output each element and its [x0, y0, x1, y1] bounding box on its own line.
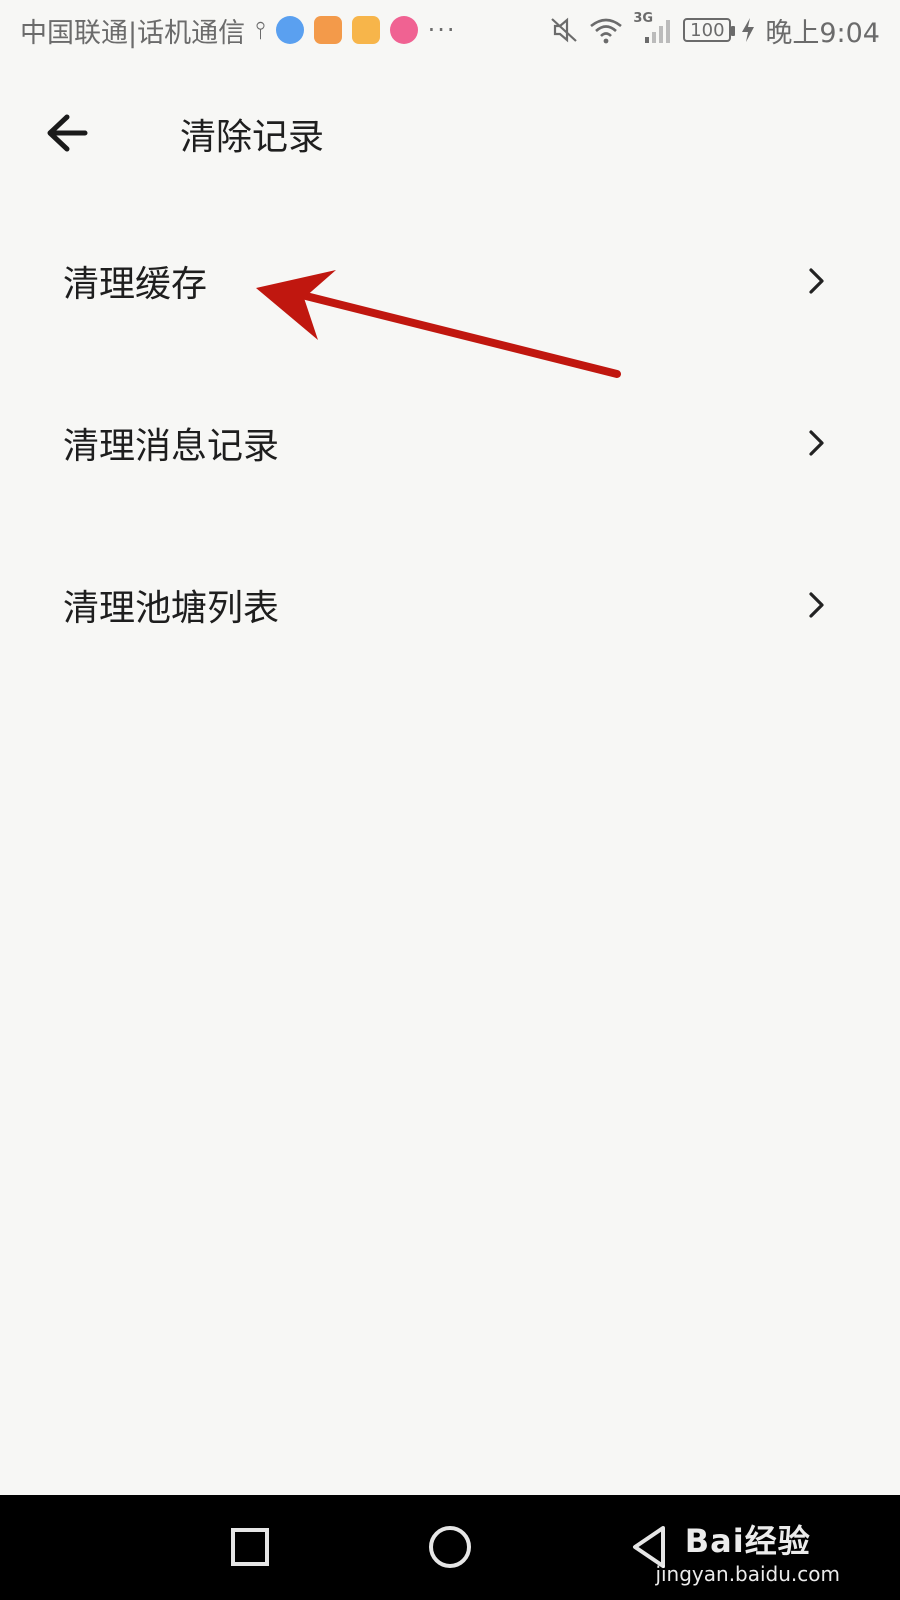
status-right: 3G 100 晚上9:04	[549, 11, 880, 50]
clear-messages-label: 清理消息记录	[63, 426, 280, 467]
chevron-right-icon	[809, 268, 824, 294]
notes-app-icon	[351, 16, 380, 44]
clear-cache-item[interactable]: 清理缓存	[0, 200, 900, 362]
circle-icon[interactable]	[425, 1522, 475, 1572]
clear-cache-label: 清理缓存	[63, 264, 208, 305]
charging-icon	[742, 18, 755, 42]
chevron-right-icon	[809, 430, 824, 456]
clock: 晚上9:04	[765, 17, 880, 49]
social-app-icon	[389, 16, 418, 44]
page-title: 清除记录	[180, 117, 325, 158]
signal-icon: 3G	[633, 11, 673, 45]
more-notifications-icon: ···	[427, 16, 457, 44]
baidu-jingyan-watermark: Bai经验 jingyan.baidu.com	[655, 1516, 840, 1586]
square-icon[interactable]	[225, 1522, 275, 1572]
clear-messages-item[interactable]: 清理消息记录	[0, 362, 900, 524]
video-app-icon	[313, 16, 342, 44]
chevron-right-icon	[809, 592, 824, 618]
watermark-brand: Bai经验	[684, 1522, 811, 1560]
battery-icon: 100	[683, 18, 736, 42]
wifi-icon	[590, 18, 623, 44]
browser-app-icon	[275, 16, 304, 44]
system-nav-bar: Bai经验 jingyan.baidu.com	[0, 1495, 900, 1600]
arrow-left-icon	[47, 114, 88, 152]
status-bar: 中国联通|话机通信 ⫯ ··· 3G 100 晚上9:04	[0, 0, 900, 60]
clear-pond-list-label: 清理池塘列表	[63, 588, 280, 629]
battery-level: 100	[690, 19, 725, 41]
status-left: 中国联通|话机通信 ⫯ ···	[20, 11, 456, 50]
carrier-text: 中国联通|话机通信	[20, 17, 246, 49]
mute-icon	[551, 17, 578, 43]
usb-icon: ⫯	[255, 16, 266, 44]
app-header: 清除记录	[0, 82, 900, 182]
screen: 中国联通|话机通信 ⫯ ··· 3G 100 晚上9:04 清除记录 清理缓存 …	[0, 0, 900, 1600]
settings-list: 清理缓存 清理消息记录 清理池塘列表	[0, 200, 900, 686]
back-button[interactable]	[38, 104, 96, 162]
clear-pond-list-item[interactable]: 清理池塘列表	[0, 524, 900, 686]
watermark-url: jingyan.baidu.com	[655, 1562, 840, 1586]
